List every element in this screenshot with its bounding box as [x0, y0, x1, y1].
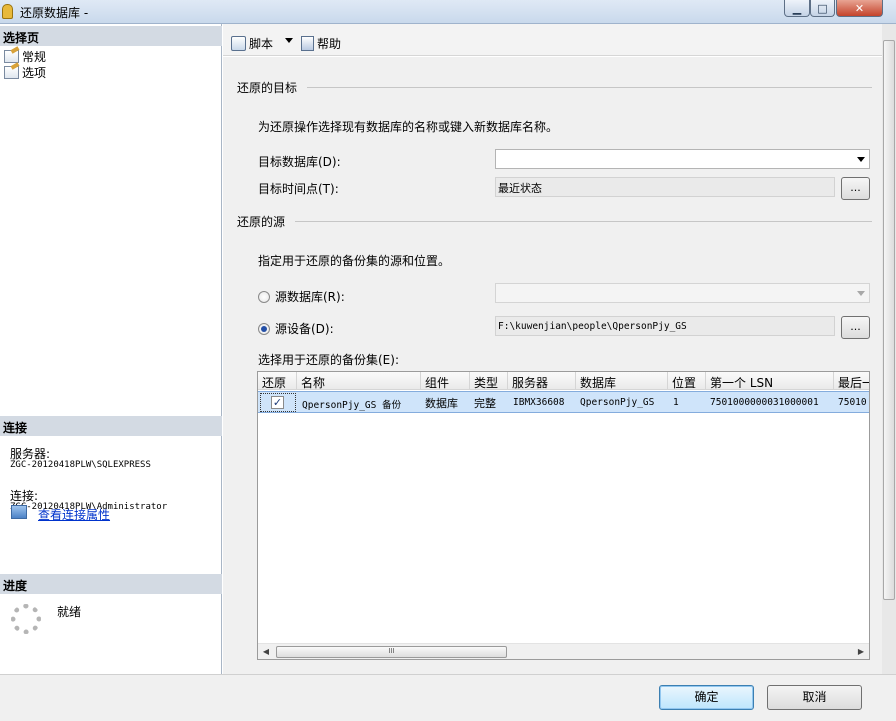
page-icon [4, 50, 19, 63]
source-database-label: 源数据库(R): [275, 290, 345, 304]
cell-position: 1 [673, 397, 679, 408]
source-device-browse-button[interactable]: ... [841, 316, 870, 339]
backup-sets-label: 选择用于还原的备份集(E): [258, 353, 399, 367]
chevron-down-icon [857, 291, 865, 296]
vertical-scroll-thumb[interactable] [883, 40, 895, 600]
restore-source-title: 还原的源 [237, 215, 286, 229]
page-general[interactable]: 常规 [4, 48, 46, 65]
target-time-browse-button[interactable]: ... [841, 177, 870, 200]
title-bar: 还原数据库 - ▁ □ ✕ [0, 0, 896, 24]
section-divider [307, 87, 872, 88]
progress-spinner-icon [11, 604, 41, 634]
target-time-label: 目标时间点(T): [258, 182, 339, 196]
database-icon [2, 4, 13, 19]
column-header-first-lsn[interactable]: 第一个 LSN [706, 372, 834, 390]
column-header-position[interactable]: 位置 [668, 372, 706, 390]
horizontal-scrollbar[interactable]: ◀ III ▶ [258, 643, 869, 659]
column-header-restore[interactable]: 还原 [258, 372, 297, 390]
cell-first-lsn: 7501000000031000001 [710, 397, 819, 408]
main-content: 还原的目标 为还原操作选择现有数据库的名称或键入新数据库名称。 目标数据库(D)… [223, 57, 882, 674]
help-icon [301, 36, 314, 51]
view-connection-properties-link[interactable]: 查看连接属性 [38, 506, 110, 523]
column-header-last-lsn[interactable]: 最后一 [834, 372, 869, 390]
left-pane: 选择页 常规 选项 连接 服务器: ZGC-20120418PLW\SQLEXP… [0, 24, 222, 674]
column-header-server[interactable]: 服务器 [508, 372, 576, 390]
target-database-label: 目标数据库(D): [258, 155, 341, 169]
script-button[interactable]: 脚本 [231, 35, 273, 52]
restore-source-description: 指定用于还原的备份集的源和位置。 [258, 254, 451, 268]
table-row[interactable]: ✓ QpersonPjy_GS 备份 数据库 完整 IBMX36608 Qper… [258, 391, 869, 413]
restore-target-description: 为还原操作选择现有数据库的名称或键入新数据库名称。 [258, 120, 559, 134]
target-database-select[interactable] [495, 149, 870, 169]
script-label: 脚本 [249, 37, 274, 51]
select-page-header: 选择页 [0, 26, 222, 46]
close-button[interactable]: ✕ [836, 0, 883, 17]
page-options-label: 选项 [22, 66, 47, 80]
column-header-type[interactable]: 类型 [470, 372, 508, 390]
help-label: 帮助 [317, 37, 342, 51]
page-general-label: 常规 [22, 50, 47, 64]
maximize-button[interactable]: □ [810, 0, 835, 17]
radio-icon [258, 290, 270, 303]
script-dropdown-arrow-icon[interactable] [285, 38, 293, 43]
column-header-database[interactable]: 数据库 [576, 372, 668, 390]
cell-database: QpersonPjy_GS [580, 397, 655, 408]
progress-status: 就绪 [57, 605, 82, 619]
restore-target-title: 还原的目标 [237, 81, 298, 95]
help-button[interactable]: 帮助 [301, 35, 341, 52]
cancel-button[interactable]: 取消 [767, 685, 862, 710]
target-time-field: 最近状态 [495, 177, 835, 197]
minimize-button[interactable]: ▁ [784, 0, 810, 17]
script-icon [231, 36, 246, 51]
cell-server: IBMX36608 [513, 397, 565, 408]
cell-type: 完整 [474, 397, 496, 410]
backup-sets-grid[interactable]: 还原 名称 组件 类型 服务器 数据库 位置 第一个 LSN 最后一 ✓ Qpe… [257, 371, 870, 660]
source-database-radio[interactable]: 源数据库(R): [258, 288, 345, 305]
page-icon [4, 66, 19, 79]
cell-component: 数据库 [425, 397, 458, 410]
cell-last-lsn: 75010 [838, 397, 867, 408]
column-header-component[interactable]: 组件 [421, 372, 470, 390]
column-header-name[interactable]: 名称 [297, 372, 421, 390]
vertical-scrollbar[interactable] [882, 24, 896, 674]
scroll-left-icon[interactable]: ◀ [258, 644, 274, 659]
scroll-thumb[interactable]: III [276, 646, 507, 658]
window-title: 还原数据库 - [20, 6, 89, 20]
chevron-down-icon [857, 157, 865, 162]
source-device-label: 源设备(D): [275, 322, 334, 336]
source-database-select[interactable] [495, 283, 870, 303]
progress-header: 进度 [0, 574, 222, 594]
source-device-radio[interactable]: 源设备(D): [258, 320, 334, 337]
ok-button[interactable]: 确定 [659, 685, 754, 710]
restore-checkbox[interactable]: ✓ [271, 396, 284, 409]
scroll-right-icon[interactable]: ▶ [853, 644, 869, 659]
toolbar: 脚本 帮助 [223, 24, 896, 56]
dialog-button-bar: 确定 取消 [0, 674, 896, 721]
connection-header: 连接 [0, 416, 222, 436]
page-options[interactable]: 选项 [4, 64, 46, 81]
connection-properties-icon [11, 505, 27, 519]
grid-header: 还原 名称 组件 类型 服务器 数据库 位置 第一个 LSN 最后一 [258, 372, 869, 390]
radio-selected-icon [258, 322, 270, 335]
server-value: ZGC-20120418PLW\SQLEXPRESS [10, 460, 151, 470]
cell-name: QpersonPjy_GS 备份 [302, 400, 402, 411]
section-divider [295, 221, 872, 222]
source-device-field: F:\kuwenjian\people\QpersonPjy_GS [495, 316, 835, 336]
